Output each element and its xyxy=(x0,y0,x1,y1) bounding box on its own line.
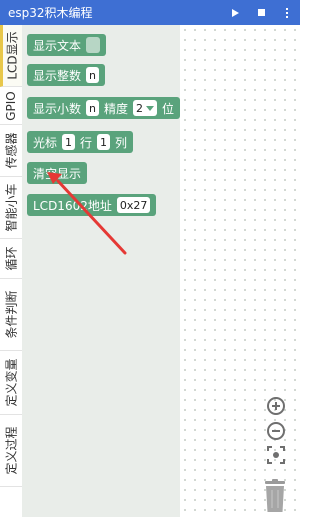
trash-button[interactable] xyxy=(262,478,288,514)
recenter-icon xyxy=(267,446,285,464)
zoom-in-button[interactable] xyxy=(265,395,287,417)
annotation-arrow xyxy=(47,172,127,255)
zoom-in-icon xyxy=(267,397,285,415)
zoom-out-button[interactable] xyxy=(265,420,287,442)
recenter-button[interactable] xyxy=(265,444,287,466)
trash-icon xyxy=(265,479,285,512)
zoom-out-icon xyxy=(267,422,285,440)
